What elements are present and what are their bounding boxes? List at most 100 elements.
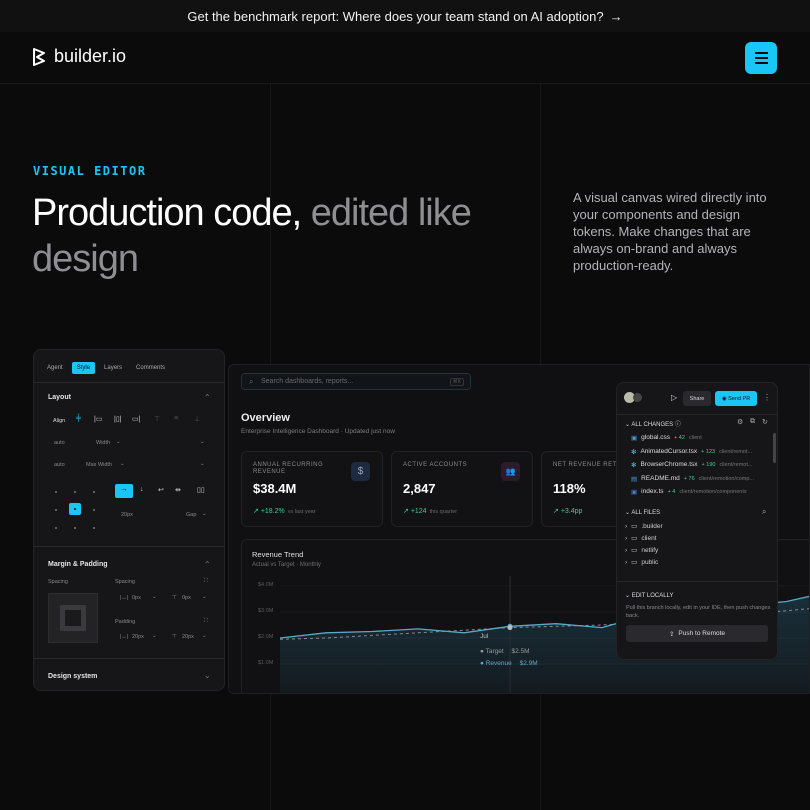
folder-item[interactable]: › ▭ netlify bbox=[625, 546, 658, 555]
padding-y-value[interactable]: 20px bbox=[182, 634, 194, 640]
margin-x-icon: |↔| bbox=[120, 595, 129, 601]
chevron-down-icon[interactable]: ⌄ bbox=[202, 511, 207, 517]
folder-item[interactable]: › ▭ .builder bbox=[625, 522, 663, 531]
chevron-down-icon[interactable]: ⌄ bbox=[202, 633, 207, 639]
scrollbar[interactable] bbox=[773, 433, 776, 463]
align-right-icon[interactable]: ▭| bbox=[132, 415, 140, 423]
direction-row-button[interactable]: → bbox=[115, 484, 133, 498]
align-middle-icon[interactable]: ≡ bbox=[174, 415, 178, 422]
kpi-card[interactable]: ANNUAL RECURRING REVENUE $ $38.4M ↗ +18.… bbox=[241, 451, 383, 527]
all-changes-header[interactable]: ⌄ ALL CHANGES ⓘ bbox=[625, 419, 681, 428]
play-icon[interactable]: ▷ bbox=[671, 393, 677, 402]
send-pr-button[interactable]: ◉ Send PR bbox=[715, 391, 757, 406]
chevron-down-icon[interactable]: ⌄ bbox=[202, 594, 207, 600]
tab-agent[interactable]: Agent bbox=[42, 362, 68, 374]
align-left-icon[interactable]: |▭ bbox=[94, 415, 102, 423]
search-input[interactable]: ⌕ Search dashboards, reports... ⌘K bbox=[241, 373, 471, 390]
columns-icon[interactable]: ▯▯ bbox=[197, 486, 205, 494]
expand-icon[interactable]: ⛶ bbox=[204, 618, 208, 625]
changed-file[interactable]: ✻ AnimatedCursor.tsx + 123 client/remot... bbox=[631, 446, 771, 457]
kpi-value: 118% bbox=[553, 481, 586, 496]
wrap-icon[interactable]: ↩ bbox=[158, 486, 164, 494]
edit-locally-header[interactable]: ⌄ EDIT LOCALLY bbox=[625, 592, 674, 599]
shortcut-badge: ⌘K bbox=[449, 378, 464, 386]
folder-icon: ▭ bbox=[631, 559, 638, 566]
chevron-down-icon[interactable]: ⌄ bbox=[152, 633, 157, 639]
maxwidth-value[interactable]: auto bbox=[54, 462, 65, 468]
space-between-icon[interactable]: ⇹ bbox=[175, 486, 181, 494]
kpi-delta: ↗ +3.4pp bbox=[553, 508, 583, 515]
banner-text[interactable]: Get the benchmark report: Where does you… bbox=[187, 9, 603, 24]
align-stretch-icon[interactable]: |▯| bbox=[114, 415, 122, 423]
chevron-up-icon[interactable]: ⌃ bbox=[204, 393, 211, 402]
chevron-down-icon[interactable]: ⌄ bbox=[200, 439, 205, 445]
expand-icon[interactable]: ⛶ bbox=[204, 578, 208, 585]
announcement-banner[interactable]: Get the benchmark report: Where does you… bbox=[0, 0, 810, 32]
folder-icon: ▭ bbox=[631, 547, 638, 554]
menu-button[interactable] bbox=[745, 42, 777, 74]
top-nav: builder.io bbox=[0, 32, 810, 84]
edit-locally-description: Pull this branch locally, edit in your I… bbox=[626, 605, 771, 619]
builder-logo-icon bbox=[33, 47, 45, 66]
folder-item[interactable]: › ▭ client bbox=[625, 534, 657, 543]
changed-file[interactable]: ✻ BrowserChrome.tsx + 190 client/remot... bbox=[631, 459, 771, 470]
page-title: Production code, edited like design bbox=[32, 190, 532, 282]
share-button[interactable]: Share bbox=[683, 391, 711, 406]
changed-file[interactable]: ▣ global.css + 42 client bbox=[631, 432, 771, 443]
react-file-icon: ✻ bbox=[631, 448, 637, 456]
upload-icon: ⇪ bbox=[668, 630, 675, 638]
box-model-preview[interactable] bbox=[48, 593, 98, 643]
search-icon[interactable]: ⌕ bbox=[762, 507, 766, 517]
kpi-delta: ↗ +18.2% vs last year bbox=[253, 508, 316, 515]
align-top-icon[interactable]: ⊤ bbox=[154, 415, 160, 423]
margin-y-value[interactable]: 0px bbox=[182, 595, 191, 601]
logo[interactable]: builder.io bbox=[32, 46, 126, 67]
search-placeholder: Search dashboards, reports... bbox=[261, 378, 354, 385]
tab-style[interactable]: Style bbox=[71, 362, 96, 374]
refresh-icon[interactable]: ↻ bbox=[762, 418, 768, 426]
chevron-down-icon[interactable]: ⌄ bbox=[152, 594, 157, 600]
panel-tabs: Agent Style Layers Comments bbox=[42, 362, 170, 374]
dollar-icon: $ bbox=[351, 462, 370, 481]
direction-column-icon[interactable]: ↓ bbox=[140, 486, 144, 493]
kpi-delta: ↗ +124 this quarter bbox=[403, 508, 458, 515]
overview-title: Overview bbox=[241, 412, 290, 424]
tab-layers[interactable]: Layers bbox=[99, 362, 127, 374]
copy-icon[interactable]: ⧉ bbox=[750, 418, 755, 426]
align-bottom-icon[interactable]: ⊥ bbox=[194, 415, 200, 423]
push-to-remote-button[interactable]: ⇪ Push to Remote bbox=[626, 625, 768, 642]
section-layout[interactable]: Layout bbox=[48, 394, 71, 401]
chevron-up-icon[interactable]: ⌃ bbox=[204, 560, 211, 569]
chevron-down-icon[interactable]: ⌄ bbox=[116, 439, 121, 445]
search-icon: ⌕ bbox=[249, 377, 254, 386]
chevron-down-icon[interactable]: ⌄ bbox=[204, 671, 211, 680]
folder-item[interactable]: › ▭ public bbox=[625, 558, 658, 567]
changed-file[interactable]: ▤ README.md + 76 client/remotion/comp... bbox=[631, 473, 771, 484]
react-file-icon: ✻ bbox=[631, 461, 637, 469]
gap-value[interactable]: 20px bbox=[121, 512, 133, 518]
divider bbox=[34, 382, 224, 383]
width-value[interactable]: auto bbox=[54, 440, 65, 446]
margin-x-value[interactable]: 0px bbox=[132, 595, 141, 601]
chevron-down-icon[interactable]: ⌄ bbox=[200, 461, 205, 467]
gap-label: Gap bbox=[186, 512, 197, 518]
padding-x-value[interactable]: 20px bbox=[132, 634, 144, 640]
divider bbox=[617, 581, 777, 582]
overview-subtitle: Enterprise Intelligence Dashboard · Upda… bbox=[241, 428, 395, 435]
kpi-card[interactable]: ACTIVE ACCOUNTS 👥 2,847 ↗ +124 this quart… bbox=[391, 451, 533, 527]
section-margin-padding[interactable]: Margin & Padding bbox=[48, 561, 108, 568]
section-design-system[interactable]: Design system bbox=[48, 673, 97, 680]
users-icon: 👥 bbox=[501, 462, 520, 481]
changed-file[interactable]: ▣ index.ts + 4 client/remotion/components bbox=[631, 486, 771, 497]
all-files-header[interactable]: ⌄ ALL FILES bbox=[625, 509, 660, 516]
align-center-icon[interactable]: ╪ bbox=[76, 415, 81, 422]
avatar[interactable] bbox=[633, 393, 642, 402]
more-icon[interactable]: ⋮ bbox=[763, 393, 771, 402]
tab-comments[interactable]: Comments bbox=[131, 362, 170, 374]
kpi-label: ACTIVE ACCOUNTS bbox=[403, 462, 468, 468]
divider bbox=[34, 658, 224, 659]
settings-icon[interactable]: ⚙ bbox=[737, 418, 743, 426]
panel-header: ▷ Share ◉ Send PR ⋮ bbox=[617, 383, 777, 415]
eyebrow: VISUAL EDITOR bbox=[33, 164, 147, 178]
chevron-down-icon[interactable]: ⌄ bbox=[120, 461, 125, 467]
